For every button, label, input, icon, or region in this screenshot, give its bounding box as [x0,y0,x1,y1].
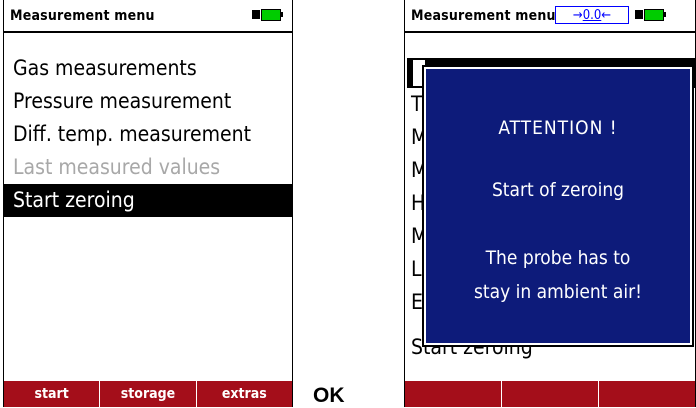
zero-indicator: →0.0← [555,6,629,24]
attention-dialog: ATTENTION ! Start of zeroing The probe h… [422,65,694,347]
softkey-storage[interactable]: storage [99,381,195,407]
dialog-heading: ATTENTION ! [498,117,618,139]
measurement-menu-screen: Measurement menu Gas measurements Pressu… [3,0,293,407]
screen-title: Measurement menu [10,8,155,24]
menu-item-pressure-measurement[interactable]: Pressure measurement [4,85,292,118]
softkey-bar-2 [405,381,695,407]
title-bar: Measurement menu [4,0,292,33]
softkey-bar: start storage extras [4,381,292,407]
softkey-start[interactable]: start [4,381,99,407]
menu-item-gas-measurements[interactable]: Gas measurements [4,52,292,85]
softkey-2[interactable] [501,381,598,407]
title-bar-2: Measurement menu →0.0← [405,0,695,33]
battery-icon [252,9,284,21]
screen-title-2: Measurement menu [411,8,556,24]
dialog-line-1: The probe has to [485,247,631,269]
battery-icon-2 [635,9,667,21]
softkey-extras[interactable]: extras [195,381,292,407]
menu-item-diff-temp-measurement[interactable]: Diff. temp. measurement [4,118,292,151]
arrow-right-icon: → [572,8,583,23]
zeroing-dialog-screen: Measurement menu →0.0← T M M H M L E Sta… [404,0,696,407]
zero-value: 0.0 [582,8,602,23]
menu-item-start-zeroing[interactable]: Start zeroing [4,184,292,217]
softkey-1[interactable] [405,381,501,407]
ok-label: OK [313,384,345,407]
arrow-left-icon: ← [601,8,612,23]
dialog-message: Start of zeroing [491,179,625,201]
menu-list: Gas measurements Pressure measurement Di… [4,52,292,217]
menu-item-last-measured-values: Last measured values [13,155,221,179]
softkey-3[interactable] [598,381,695,407]
dialog-line-2: stay in ambient air! [474,281,642,303]
